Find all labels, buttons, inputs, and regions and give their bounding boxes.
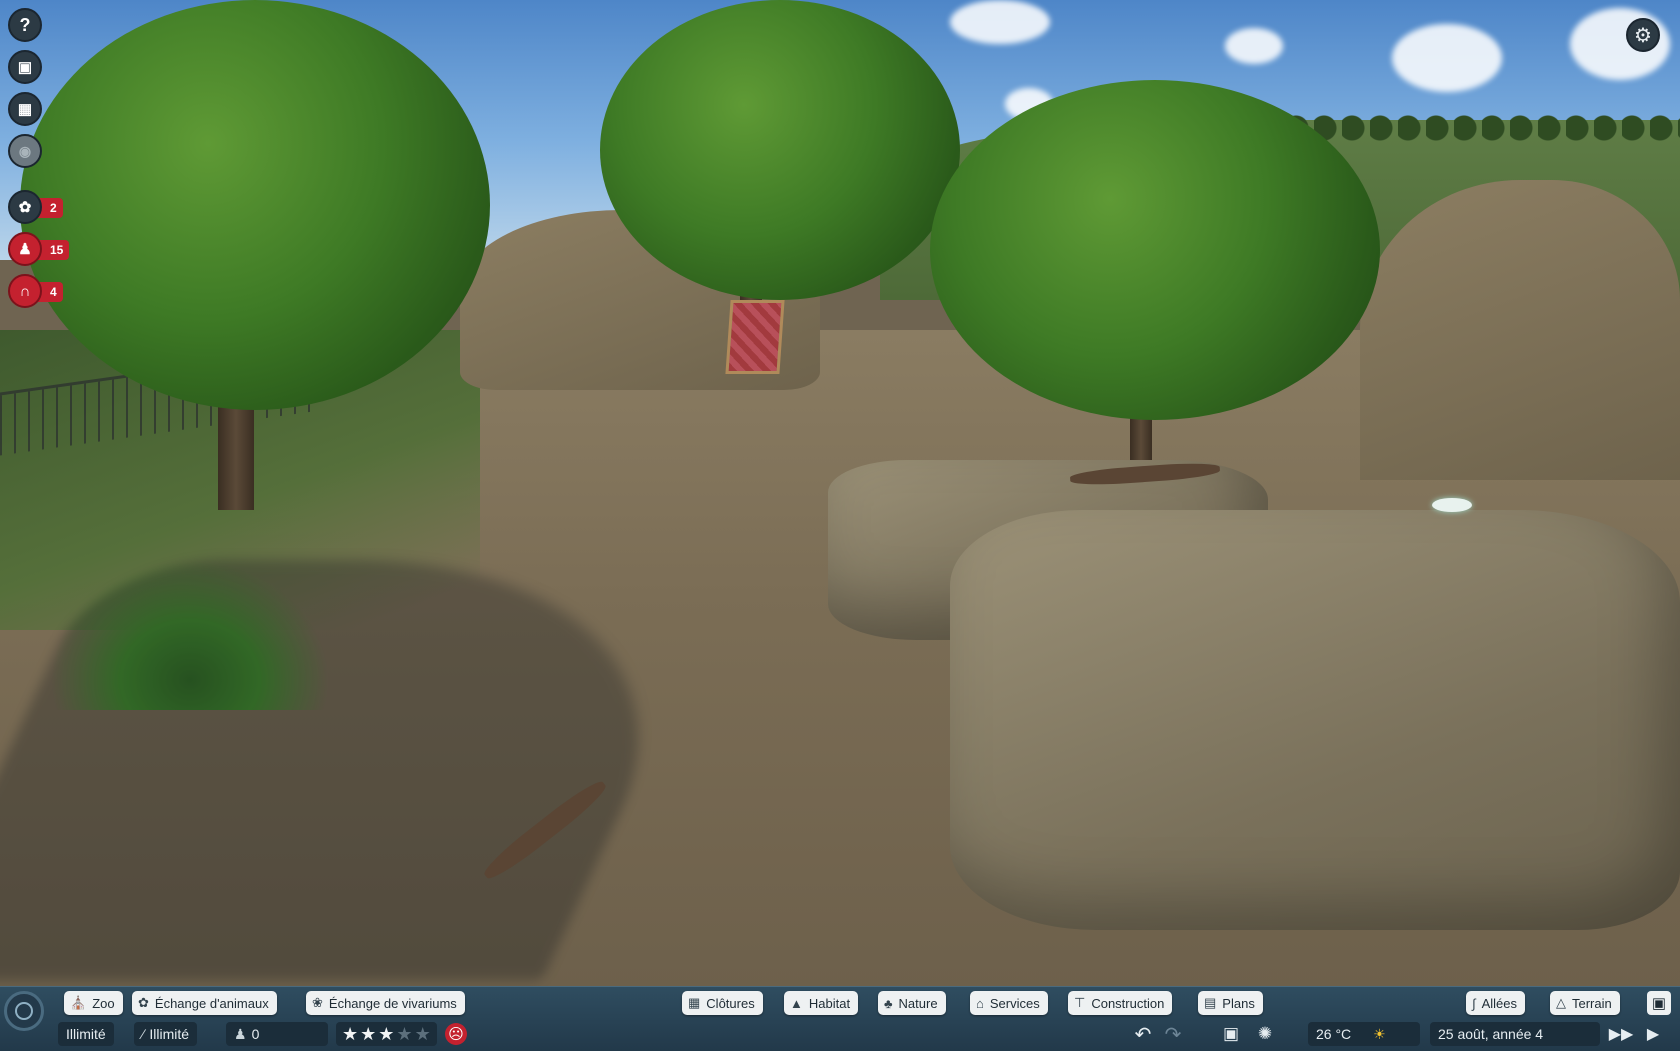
camera-mode-button[interactable] (4, 991, 44, 1031)
date-value: 25 août, année 4 (1438, 1026, 1544, 1042)
animals-button[interactable]: ✿ (8, 190, 42, 224)
star-empty-icon: ★ (414, 1024, 431, 1044)
zoo-info-button[interactable]: ▣ (8, 50, 42, 84)
play-speed-icon[interactable]: ▶▶ (1608, 1022, 1634, 1046)
expand-button[interactable]: ▣ (1647, 991, 1671, 1015)
calendar-icon: ▦ (17, 101, 33, 118)
tree-right (930, 80, 1380, 420)
plans-label: Plans (1222, 995, 1255, 1011)
view-toggle-button[interactable]: ◉ (8, 134, 42, 168)
zoo-icon: ⛪ (70, 995, 87, 1010)
money-display[interactable]: Illimité (58, 1022, 114, 1046)
cloud (950, 0, 1050, 44)
paw-icon: ✿ (18, 199, 32, 216)
services-label: Services (989, 995, 1040, 1011)
enrichment-board (725, 300, 785, 374)
zoo-label: Zoo (92, 995, 115, 1011)
paw-icon: ✿ (138, 995, 149, 1010)
habitat-label: Habitat (808, 995, 851, 1011)
tree-center (600, 0, 960, 300)
shop-icon: ⌂ (976, 995, 984, 1011)
tree-left (20, 0, 490, 410)
undo-icon[interactable]: ↶ (1130, 1022, 1156, 1046)
blueprint-icon: ▤ (1204, 995, 1217, 1010)
temperature-value: 26 °C (1316, 1026, 1352, 1042)
construction-label: Construction (1091, 995, 1165, 1011)
terrain-button[interactable]: △ Terrain (1550, 991, 1620, 1015)
money-value: Illimité (66, 1026, 106, 1042)
arch-icon: ∩ (19, 282, 31, 300)
pillar-icon: ⊤ (1074, 995, 1086, 1010)
star-empty-icon: ★ (396, 1024, 413, 1044)
redo-icon[interactable]: ↷ (1160, 1022, 1186, 1046)
star-filled-icon: ★ (360, 1024, 377, 1044)
paw-card-icon: ▣ (17, 59, 33, 76)
research-icon: ∕ (142, 1026, 145, 1042)
cloud (1392, 24, 1502, 92)
path-icon: ∫ (1472, 995, 1476, 1011)
sun-icon: ☀ (1373, 1025, 1386, 1042)
question-icon: ? (19, 14, 31, 35)
person-icon: ♟ (18, 241, 32, 258)
play-icon[interactable]: ▶ (1640, 1022, 1666, 1046)
game-viewport[interactable] (0, 0, 1680, 986)
vivarium-exchange-label: Échange de vivariums (328, 995, 457, 1011)
construction-button[interactable]: ⊤ Construction (1068, 991, 1173, 1015)
date-display: 25 août, année 4 (1430, 1022, 1600, 1046)
water-sprinkler (1432, 498, 1472, 512)
research-display[interactable]: ∕ Illimité (134, 1022, 198, 1046)
zoo-rating[interactable]: ★ ★ ★ ★ ★ (336, 1022, 437, 1046)
large-boulder (950, 510, 1680, 930)
vivarium-exchange-button[interactable]: ❀ Échange de vivariums (306, 991, 465, 1015)
overlay-icon[interactable]: ✺ (1252, 1022, 1278, 1046)
animal-exchange-label: Échange d'animaux (154, 995, 269, 1011)
animal-exchange-button[interactable]: ✿ Échange d'animaux (132, 991, 277, 1015)
fences-label: Clôtures (706, 995, 755, 1011)
research-value: Illimité (149, 1026, 190, 1042)
guests-button[interactable]: ♟ (8, 232, 42, 266)
settings-button[interactable]: ⚙ (1626, 18, 1660, 52)
calendar-button[interactable]: ▦ (8, 92, 42, 126)
guests-display[interactable]: ♟ 0 (226, 1022, 328, 1046)
nature-button[interactable]: ♣ Nature (878, 991, 946, 1015)
fence-icon: ▦ (688, 995, 701, 1010)
zoo-button[interactable]: ⛪ Zoo (64, 991, 123, 1015)
tree-icon: ♣ (884, 995, 893, 1011)
plans-button[interactable]: ▤ Plans (1198, 991, 1263, 1015)
terrain-label: Terrain (1572, 995, 1612, 1011)
gear-icon: ⚙ (1634, 24, 1652, 47)
star-filled-icon: ★ (342, 1024, 359, 1044)
sad-face-icon[interactable]: ☹ (445, 1023, 467, 1045)
temperature-display: 26 °C ☀ (1308, 1022, 1420, 1046)
guests-icon: ♟ (234, 1025, 247, 1042)
habitat-button[interactable]: ▲ Habitat (784, 991, 859, 1015)
bug-icon: ❀ (312, 995, 323, 1010)
paths-label: Allées (1481, 995, 1517, 1011)
star-filled-icon: ★ (378, 1024, 395, 1044)
nature-label: Nature (898, 995, 938, 1011)
rock-hill (1360, 180, 1680, 480)
staff-button[interactable]: ∩ (8, 274, 42, 308)
fences-button[interactable]: ▦ Clôtures (682, 991, 763, 1015)
eye-icon: ◉ (18, 142, 32, 159)
paths-button[interactable]: ∫ Allées (1466, 991, 1525, 1015)
guests-value: 0 (251, 1026, 260, 1042)
habitat-icon: ▲ (790, 995, 803, 1011)
help-button[interactable]: ? (8, 8, 42, 42)
expand-icon: ▣ (1651, 995, 1667, 1012)
terrain-icon: △ (1556, 995, 1566, 1010)
cloud (1225, 28, 1283, 64)
camera-icon[interactable]: ▣ (1218, 1022, 1244, 1046)
services-button[interactable]: ⌂ Services (970, 991, 1048, 1015)
